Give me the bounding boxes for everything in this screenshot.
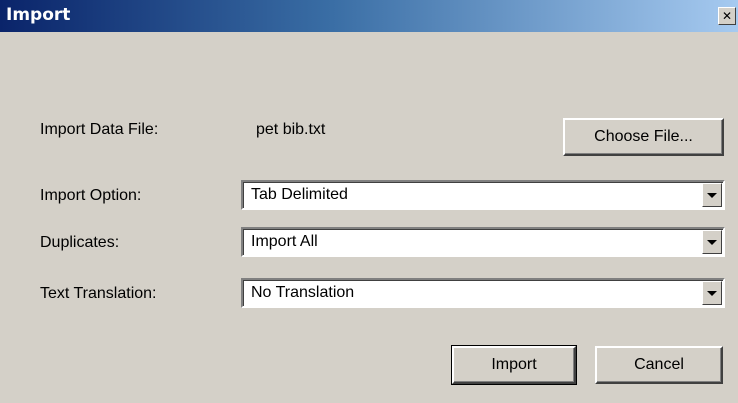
import-button-label: Import xyxy=(491,356,537,373)
cancel-button[interactable]: Cancel xyxy=(595,346,723,384)
import-button[interactable]: Import xyxy=(451,345,577,385)
chevron-down-icon xyxy=(707,290,717,296)
choose-file-label: Choose File... xyxy=(594,128,693,145)
chevron-down-icon xyxy=(707,239,717,245)
close-icon: ✕ xyxy=(721,9,733,23)
duplicates-select[interactable]: Import All xyxy=(241,227,725,257)
import-option-select[interactable]: Tab Delimited xyxy=(241,180,725,210)
import-file-name: pet bib.txt xyxy=(256,121,326,138)
duplicates-label: Duplicates: xyxy=(40,234,120,251)
text-translation-dropdown-button[interactable] xyxy=(702,281,722,305)
import-option-label: Import Option: xyxy=(40,187,142,204)
import-option-value: Tab Delimited xyxy=(251,186,348,203)
duplicates-dropdown-button[interactable] xyxy=(702,230,722,254)
choose-file-button[interactable]: Choose File... xyxy=(563,118,724,156)
cancel-button-label: Cancel xyxy=(634,356,684,373)
import-data-file-label: Import Data File: xyxy=(40,121,159,138)
window-title: Import xyxy=(6,5,71,25)
duplicates-value: Import All xyxy=(251,233,318,250)
text-translation-value: No Translation xyxy=(251,284,355,301)
title-bar[interactable]: Import ✕ xyxy=(0,0,738,32)
text-translation-label: Text Translation: xyxy=(40,285,157,302)
import-option-dropdown-button[interactable] xyxy=(702,183,722,207)
import-dialog: Import ✕ Import Data File: pet bib.txt C… xyxy=(0,0,738,403)
chevron-down-icon xyxy=(707,192,717,198)
text-translation-select[interactable]: No Translation xyxy=(241,278,725,308)
close-button[interactable]: ✕ xyxy=(718,7,736,25)
